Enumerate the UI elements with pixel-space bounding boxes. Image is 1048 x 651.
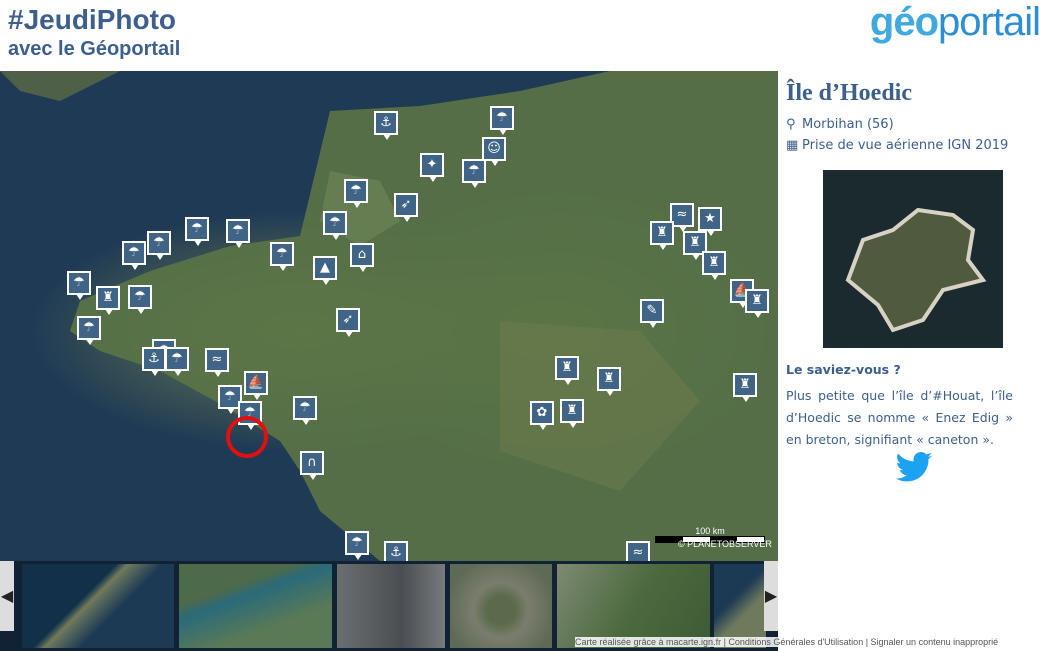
marker-beach-icon[interactable]: ☂ <box>344 179 368 208</box>
marker-beach-icon[interactable]: ☂ <box>128 285 152 314</box>
marker-cannon-icon[interactable]: ✦ <box>420 153 444 182</box>
marker-landscape-icon[interactable]: ▲ <box>313 256 337 285</box>
marker-tunnel-icon[interactable]: ∩ <box>300 451 324 480</box>
photo-caption-label: Prise de vue aérienne IGN 2019 <box>802 138 1009 153</box>
marker-beach-icon[interactable]: ☂ <box>185 217 209 246</box>
calendar-icon: ▦ <box>786 138 799 153</box>
thumbnail-2[interactable] <box>179 564 332 648</box>
marker-theatre-icon[interactable]: ☺ <box>482 137 506 166</box>
thumbnail-1[interactable] <box>22 564 174 648</box>
marker-flower-icon[interactable]: ✿ <box>530 401 554 430</box>
marker-beach-icon[interactable]: ☂ <box>122 241 146 270</box>
aerial-photo[interactable] <box>823 170 1003 348</box>
scale-label: 100 km <box>695 526 725 536</box>
marker-castle-icon[interactable]: ♜ <box>745 289 769 318</box>
page-subtitle: avec le Géoportail <box>8 38 181 60</box>
place-title: Île d’Hoedic <box>786 80 912 106</box>
marker-swim-icon[interactable]: ≈ <box>205 348 229 377</box>
marker-beach-icon[interactable]: ☂ <box>226 219 250 248</box>
did-you-know-heading: Le saviez-vous ? <box>786 362 901 377</box>
marker-castle-icon[interactable]: ♜ <box>702 251 726 280</box>
logo-part-portail: portail <box>938 0 1041 44</box>
marker-castle-icon[interactable]: ♜ <box>555 356 579 385</box>
marker-beach-icon[interactable]: ☂ <box>67 271 91 300</box>
thumbnail-5[interactable] <box>557 564 710 648</box>
marker-art-icon[interactable]: ✎ <box>640 299 664 328</box>
marker-star-icon[interactable]: ★ <box>698 207 722 236</box>
marker-beach-icon[interactable]: ☂ <box>462 159 486 188</box>
geoportail-logo[interactable]: géoportail <box>869 0 1041 45</box>
marker-beach-icon[interactable]: ☂ <box>77 316 101 345</box>
strip-prev-arrow-icon[interactable]: ◀ <box>0 561 14 631</box>
marker-castle-icon[interactable]: ♜ <box>560 399 584 428</box>
marker-swim-icon[interactable]: ≈ <box>626 541 650 561</box>
marker-anchor-icon[interactable]: ⚓ <box>374 111 398 140</box>
marker-beach-icon[interactable]: ☂ <box>147 231 171 260</box>
selected-location-circle <box>226 416 268 458</box>
header: #JeudiPhoto avec le Géoportail géoportai… <box>0 0 1048 70</box>
thumbnail-6[interactable] <box>714 564 766 648</box>
marker-beach-icon[interactable]: ☂ <box>323 211 347 240</box>
marker-beach-icon[interactable]: ☂ <box>345 531 369 560</box>
thumbnail-3[interactable] <box>337 564 445 648</box>
marker-rocket-icon[interactable]: ➶ <box>394 193 418 222</box>
marker-beach-icon[interactable]: ☂ <box>490 106 514 135</box>
strip-next-arrow-icon[interactable]: ▶ <box>764 561 778 631</box>
marker-castle-icon[interactable]: ♜ <box>650 221 674 250</box>
marker-sailboat-icon[interactable]: ⛵ <box>244 371 268 400</box>
department-label: Morbihan (56) <box>802 117 894 132</box>
photo-caption-row: ▦ Prise de vue aérienne IGN 2019 <box>786 138 1041 153</box>
map-view[interactable]: ⚓ ☂ ☺ ✦ ☂ ☂ ➶ ☂ ☂ ☂ ☂ ☂ ☂ ⌂ ▲ ☂ ♜ ☂ ☂ ➶ … <box>0 71 778 561</box>
marker-anchor-icon[interactable]: ⚓ <box>384 541 408 561</box>
marker-beach-icon[interactable]: ☂ <box>293 396 317 425</box>
marker-castle-icon[interactable]: ♜ <box>597 367 621 396</box>
info-panel: Île d’Hoedic ⚲ Morbihan (56) ▦ Prise de vu… <box>786 80 1041 482</box>
twitter-icon[interactable] <box>891 448 937 488</box>
logo-part-geo: géo <box>869 0 939 44</box>
island-shape <box>845 207 987 333</box>
marker-monument-icon[interactable]: ⌂ <box>350 243 374 272</box>
marker-lighthouse-icon[interactable]: ♜ <box>96 286 120 315</box>
map-marker-icon: ⚲ <box>786 117 796 132</box>
marker-tower-icon[interactable]: ♜ <box>733 373 757 402</box>
thumbnail-4[interactable] <box>450 564 552 648</box>
did-you-know-text: Plus petite que l’île d’#Houat, l’île d’… <box>786 388 1013 447</box>
marker-rocket-icon[interactable]: ➶ <box>336 308 360 337</box>
marker-beach-icon[interactable]: ☂ <box>270 242 294 271</box>
marker-anchor-icon[interactable]: ⚓ <box>142 347 166 376</box>
department-row: ⚲ Morbihan (56) <box>786 117 1041 132</box>
footer-links[interactable]: Carte réalisée grâce à macarte.ign.fr | … <box>575 637 999 647</box>
page-title: #JeudiPhoto <box>8 4 177 35</box>
map-attribution: © PLANETOBSERVER <box>678 539 772 549</box>
marker-beach-icon[interactable]: ☂ <box>165 347 189 376</box>
